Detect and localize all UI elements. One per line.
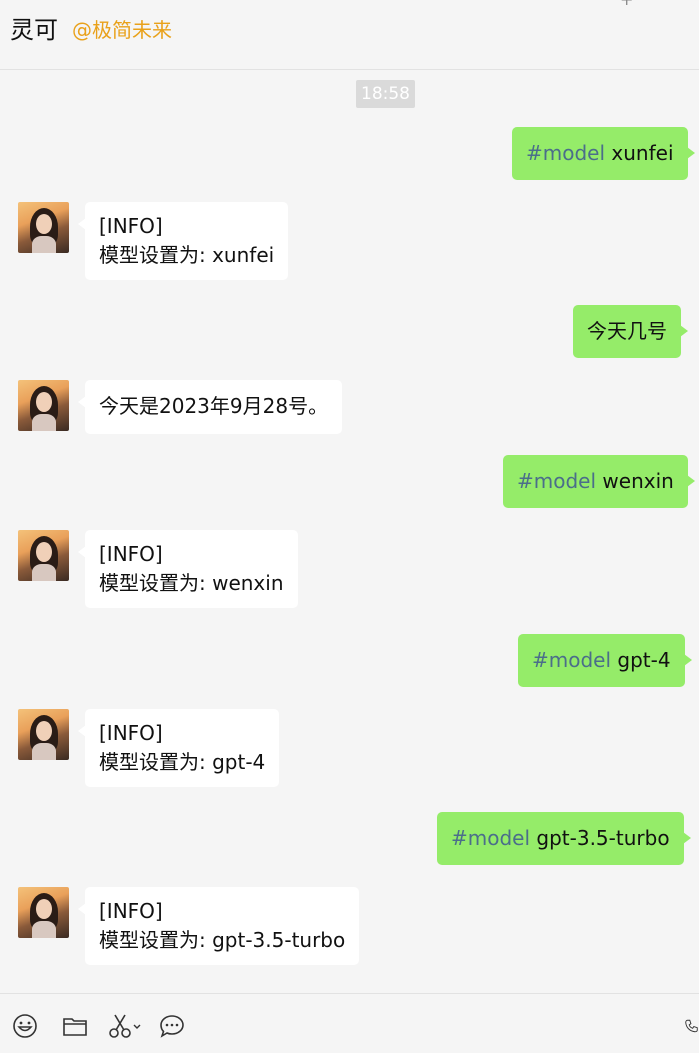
- more-icon[interactable]: +: [620, 0, 633, 9]
- message-text: xunfei: [605, 141, 674, 165]
- avatar[interactable]: [18, 380, 69, 431]
- incoming-message[interactable]: [INFO] 模型设置为: gpt-3.5-turbo: [77, 887, 360, 965]
- timestamp: 18:58: [356, 80, 415, 108]
- command-tag: #model: [532, 648, 612, 672]
- command-tag: #model: [451, 826, 531, 850]
- message-line: [INFO]: [99, 542, 163, 566]
- avatar[interactable]: [18, 887, 69, 938]
- chat-header: 灵可 @极简未来 +: [0, 0, 699, 70]
- message-line: [INFO]: [99, 214, 163, 238]
- folder-icon[interactable]: [61, 1012, 89, 1040]
- message-text: 今天几号: [587, 319, 667, 343]
- incoming-message[interactable]: [INFO] 模型设置为: gpt-4: [77, 709, 280, 787]
- message-line: [INFO]: [99, 899, 163, 923]
- message-text: wenxin: [596, 469, 674, 493]
- outgoing-message[interactable]: #model xunfei: [512, 127, 694, 180]
- command-tag: #model: [517, 469, 597, 493]
- phone-icon[interactable]: [684, 1012, 699, 1040]
- message-line: 模型设置为: xunfei: [99, 243, 275, 267]
- message-line: 模型设置为: gpt-4: [99, 750, 266, 774]
- chat-bubble-icon[interactable]: [158, 1012, 186, 1040]
- incoming-message[interactable]: 今天是2023年9月28号。: [77, 380, 343, 434]
- scissors-icon[interactable]: [108, 1012, 142, 1040]
- chat-subtitle: @极简未来: [72, 18, 172, 42]
- message-line: [INFO]: [99, 721, 163, 745]
- outgoing-message[interactable]: #model gpt-4: [518, 634, 692, 687]
- message-line: 模型设置为: gpt-3.5-turbo: [99, 928, 346, 952]
- outgoing-message[interactable]: #model gpt-3.5-turbo: [437, 812, 691, 865]
- avatar[interactable]: [18, 709, 69, 760]
- input-toolbar: [0, 993, 699, 1053]
- outgoing-message[interactable]: 今天几号: [573, 305, 688, 358]
- incoming-message[interactable]: [INFO] 模型设置为: wenxin: [78, 530, 298, 608]
- outgoing-message[interactable]: #model wenxin: [503, 455, 695, 508]
- incoming-message[interactable]: [INFO] 模型设置为: xunfei: [77, 202, 289, 280]
- message-line: 今天是2023年9月28号。: [99, 394, 329, 418]
- emoji-icon[interactable]: [11, 1012, 39, 1040]
- message-line: 模型设置为: wenxin: [99, 571, 284, 595]
- chat-title: 灵可: [10, 16, 58, 44]
- avatar[interactable]: [18, 530, 69, 581]
- message-text: gpt-4: [611, 648, 671, 672]
- avatar[interactable]: [18, 202, 69, 253]
- message-text: gpt-3.5-turbo: [530, 826, 670, 850]
- command-tag: #model: [526, 141, 606, 165]
